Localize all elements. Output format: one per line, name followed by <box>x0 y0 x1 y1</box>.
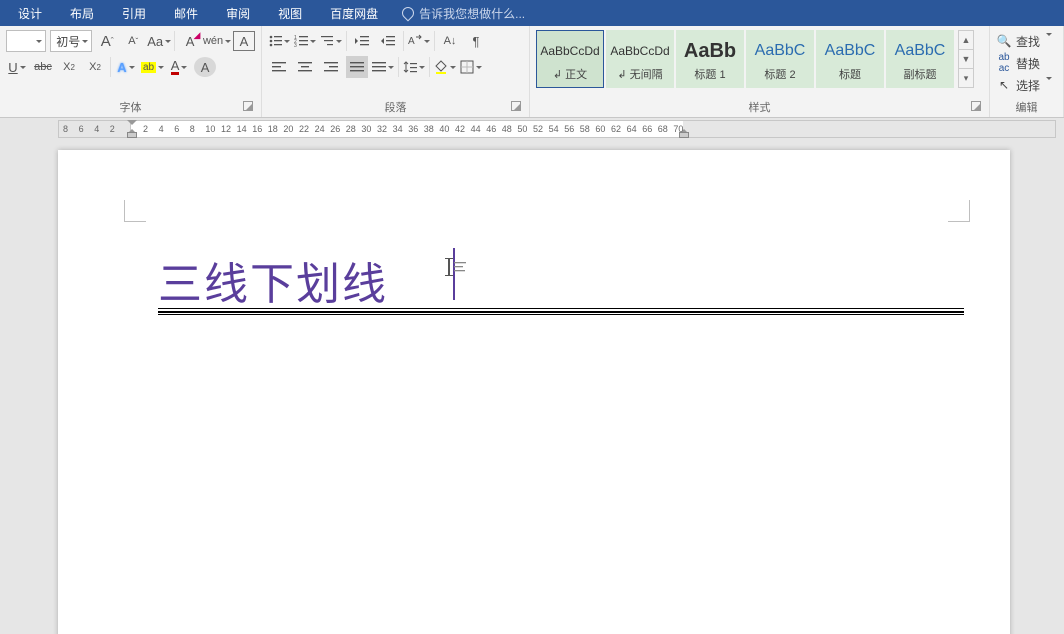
editing-group: 🔍查找 abac替换 ↖选择 编辑 <box>990 26 1064 117</box>
font-dialog-launcher[interactable] <box>243 101 253 111</box>
phonetic-guide-button[interactable]: wén <box>205 30 229 52</box>
margin-corner-tl-icon <box>124 200 146 222</box>
sort-button[interactable]: A↓ <box>439 30 461 52</box>
font-row1: 初号 Aˆ Aˇ Aa A◢ wén A <box>6 30 255 52</box>
bullets-button[interactable] <box>268 30 290 52</box>
svg-text:3: 3 <box>294 43 297 48</box>
ruler-area: 8642246810121416182022242628303234363840… <box>0 118 1064 138</box>
find-button[interactable]: 🔍查找 <box>996 30 1057 52</box>
cursor-icon: ↖ <box>996 78 1012 92</box>
ribbon: 初号 Aˆ Aˇ Aa A◢ wén A U abc X2 X2 A ab A … <box>0 26 1064 118</box>
align-left-button[interactable] <box>268 56 290 78</box>
font-size-combo[interactable]: 初号 <box>50 30 92 52</box>
paragraph-group: 123 A A↓ ¶ <box>262 26 530 117</box>
replace-button[interactable]: abac替换 <box>996 52 1057 74</box>
style-heading2[interactable]: AaBbC标题 2 <box>746 30 814 88</box>
tell-me-text: 告诉我您想做什么... <box>419 5 525 22</box>
char-shading-button[interactable]: A <box>194 57 216 77</box>
highlight-button[interactable]: ab <box>141 56 164 78</box>
styles-group-label: 样式 <box>536 99 983 115</box>
align-distributed-button[interactable] <box>372 56 394 78</box>
shrink-font-button[interactable]: Aˇ <box>122 30 144 52</box>
horizontal-ruler[interactable]: 8642246810121416182022242628303234363840… <box>58 120 1056 138</box>
numbering-button[interactable]: 123 <box>294 30 316 52</box>
change-case-button[interactable]: Aa <box>148 30 170 52</box>
svg-text:A: A <box>408 36 415 47</box>
search-icon: 🔍 <box>996 34 1012 48</box>
font-group-label: 字体 <box>6 99 255 115</box>
styles-dialog-launcher[interactable] <box>971 101 981 111</box>
style-title[interactable]: AaBbC标题 <box>816 30 884 88</box>
bulb-icon <box>400 5 417 22</box>
editing-group-label: 编辑 <box>996 99 1057 115</box>
menu-view[interactable]: 视图 <box>264 0 316 26</box>
paragraph-group-label: 段落 <box>268 99 523 115</box>
document-workspace: 三线下划线 <box>0 138 1064 634</box>
menu-review[interactable]: 审阅 <box>212 0 264 26</box>
document-page[interactable]: 三线下划线 <box>58 150 1010 634</box>
strikethrough-button[interactable]: abc <box>32 56 54 78</box>
shading-button[interactable] <box>434 56 456 78</box>
para-row2 <box>268 56 523 78</box>
margin-corner-tr-icon <box>948 200 970 222</box>
font-row2: U abc X2 X2 A ab A A <box>6 56 255 78</box>
font-name-combo[interactable] <box>6 30 46 52</box>
font-color-button[interactable]: A <box>168 56 190 78</box>
grow-font-button[interactable]: Aˆ <box>96 30 118 52</box>
select-button[interactable]: ↖选择 <box>996 74 1057 96</box>
borders-button[interactable] <box>460 56 482 78</box>
show-hide-button[interactable]: ¶ <box>465 30 487 52</box>
align-justify-button[interactable] <box>346 56 368 78</box>
menu-refs[interactable]: 引用 <box>108 0 160 26</box>
styles-gallery: AaBbCcDd↲ 正文 AaBbCcDd↲ 无间隔 AaBb标题 1 AaBb… <box>536 30 983 88</box>
increase-indent-button[interactable] <box>377 30 399 52</box>
menu-bar: 设计 布局 引用 邮件 审阅 视图 百度网盘 告诉我您想做什么... <box>0 0 1064 26</box>
styles-group: AaBbCcDd↲ 正文 AaBbCcDd↲ 无间隔 AaBb标题 1 AaBb… <box>530 26 990 117</box>
hanging-indent-icon[interactable] <box>127 128 137 138</box>
align-center-button[interactable] <box>294 56 316 78</box>
style-subtitle[interactable]: AaBbC副标题 <box>886 30 954 88</box>
style-normal[interactable]: AaBbCcDd↲ 正文 <box>536 30 604 88</box>
replace-icon: abac <box>996 52 1012 74</box>
triple-underline <box>158 308 964 315</box>
tell-me[interactable]: 告诉我您想做什么... <box>402 5 525 22</box>
document-text[interactable]: 三线下划线 <box>158 248 388 312</box>
decrease-indent-button[interactable] <box>351 30 373 52</box>
style-no-spacing[interactable]: AaBbCcDd↲ 无间隔 <box>606 30 674 88</box>
paragraph-dialog-launcher[interactable] <box>511 101 521 111</box>
ibeam-cursor-icon <box>448 258 466 276</box>
underline-button[interactable]: U <box>6 56 28 78</box>
menu-layout[interactable]: 布局 <box>56 0 108 26</box>
text-effects-button[interactable]: A <box>115 56 137 78</box>
menu-design[interactable]: 设计 <box>4 0 56 26</box>
text-direction-button[interactable]: A <box>408 30 430 52</box>
style-gallery-scroll[interactable]: ▲▼▾ <box>958 30 974 88</box>
menu-mail[interactable]: 邮件 <box>160 0 212 26</box>
align-right-button[interactable] <box>320 56 342 78</box>
menu-baidu[interactable]: 百度网盘 <box>316 0 392 26</box>
style-heading1[interactable]: AaBb标题 1 <box>676 30 744 88</box>
multilevel-list-button[interactable] <box>320 30 342 52</box>
line-spacing-button[interactable] <box>403 56 425 78</box>
subscript-button[interactable]: X2 <box>58 56 80 78</box>
superscript-button[interactable]: X2 <box>84 56 106 78</box>
char-border-button[interactable]: A <box>233 31 255 51</box>
para-row1: 123 A A↓ ¶ <box>268 30 523 52</box>
clear-format-button[interactable]: A◢ <box>179 30 201 52</box>
ruler-right-margin <box>683 121 1055 137</box>
font-group: 初号 Aˆ Aˇ Aa A◢ wén A U abc X2 X2 A ab A … <box>0 26 262 117</box>
